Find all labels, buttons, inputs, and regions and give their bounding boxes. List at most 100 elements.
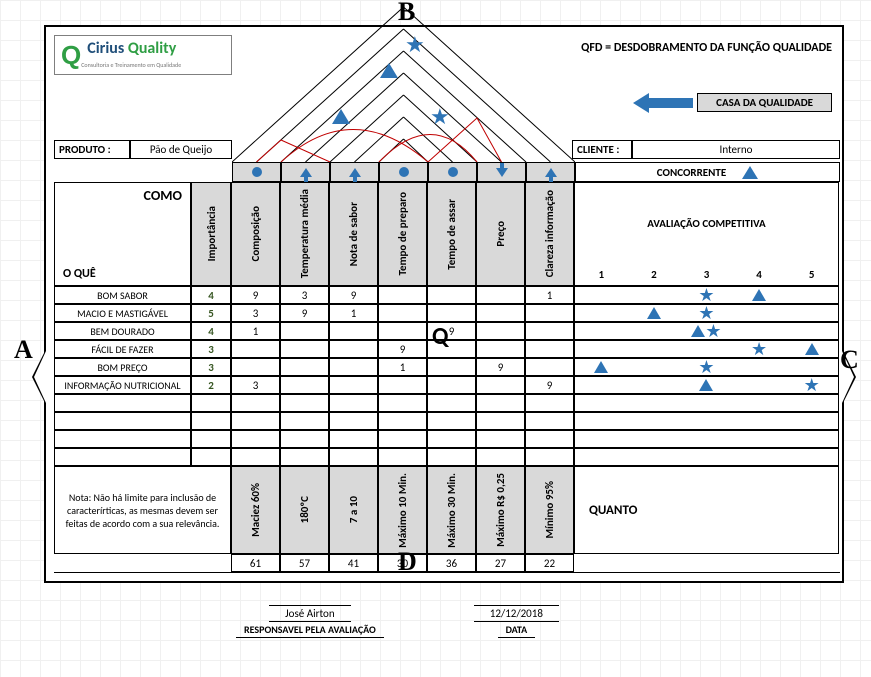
relation-cell[interactable]: [231, 412, 280, 430]
relation-cell[interactable]: [280, 376, 329, 394]
evaluation-header: AVALIAÇÃO COMPETITIVA 12345: [574, 182, 839, 286]
relation-cell[interactable]: [476, 304, 525, 322]
relation-cell[interactable]: [427, 304, 476, 322]
relation-cell[interactable]: [329, 322, 378, 340]
cliente-value[interactable]: Interno: [632, 140, 840, 159]
relation-cell[interactable]: [427, 286, 476, 304]
relation-cell[interactable]: [280, 340, 329, 358]
importance-cell[interactable]: 4: [191, 322, 231, 340]
what-label[interactable]: [54, 394, 191, 412]
relation-cell[interactable]: [231, 358, 280, 376]
relation-cell[interactable]: [476, 322, 525, 340]
relation-cell[interactable]: [427, 394, 476, 412]
relation-cell[interactable]: [378, 448, 427, 466]
how-label: Temperatura média: [298, 189, 311, 278]
relation-cell[interactable]: [427, 376, 476, 394]
relation-cell[interactable]: [329, 376, 378, 394]
relation-cell[interactable]: 9: [329, 286, 378, 304]
what-label[interactable]: [54, 430, 191, 448]
relation-cell[interactable]: [378, 304, 427, 322]
relation-cell[interactable]: [378, 412, 427, 430]
concorrente-header: CONCORRENTE: [575, 162, 840, 182]
marker-d: D: [398, 547, 417, 577]
relation-cell[interactable]: 1: [378, 358, 427, 376]
relation-cell[interactable]: [280, 430, 329, 448]
relation-cell[interactable]: [378, 286, 427, 304]
relation-cell[interactable]: [280, 394, 329, 412]
data-value[interactable]: 12/12/2018: [474, 605, 559, 622]
relation-cell[interactable]: [329, 340, 378, 358]
relation-cell[interactable]: [329, 358, 378, 376]
relation-cell[interactable]: [329, 430, 378, 448]
relation-cell[interactable]: [525, 322, 574, 340]
target-cell[interactable]: Maciez 60%: [231, 466, 280, 554]
relation-cell[interactable]: [280, 322, 329, 340]
importance-cell[interactable]: [191, 412, 231, 430]
relation-cell[interactable]: 3: [280, 286, 329, 304]
relation-cell[interactable]: [231, 394, 280, 412]
relation-cell[interactable]: [427, 448, 476, 466]
relation-cell[interactable]: [329, 394, 378, 412]
relation-cell[interactable]: [476, 394, 525, 412]
importance-cell[interactable]: 3: [191, 358, 231, 376]
footer: José Airton RESPONSAVEL PELA AVALIAÇÃO 1…: [236, 605, 559, 638]
relation-cell[interactable]: [329, 448, 378, 466]
relation-cell[interactable]: 1: [231, 322, 280, 340]
relation-cell[interactable]: 3: [231, 376, 280, 394]
produto-value[interactable]: Pão de Queijo: [130, 140, 232, 159]
relation-cell[interactable]: 1: [329, 304, 378, 322]
relation-cell[interactable]: [476, 430, 525, 448]
relation-cell[interactable]: [427, 358, 476, 376]
relation-cell[interactable]: 1: [525, 286, 574, 304]
target-cell[interactable]: Máximo R$ 0,25: [476, 466, 525, 554]
relation-cell[interactable]: 3: [231, 304, 280, 322]
importance-cell[interactable]: 4: [191, 286, 231, 304]
importance-cell[interactable]: [191, 448, 231, 466]
relation-cell[interactable]: [476, 340, 525, 358]
target-cell[interactable]: 7 a 10: [329, 466, 378, 554]
importance-cell[interactable]: [191, 430, 231, 448]
relation-cell[interactable]: [476, 286, 525, 304]
relation-cell[interactable]: [231, 448, 280, 466]
relation-cell[interactable]: [525, 430, 574, 448]
importance-cell[interactable]: 3: [191, 340, 231, 358]
what-label[interactable]: [54, 412, 191, 430]
target-cell[interactable]: Máximo 30 Min.: [427, 466, 476, 554]
relation-cell[interactable]: [476, 412, 525, 430]
relation-cell[interactable]: [525, 394, 574, 412]
relation-cell[interactable]: [525, 304, 574, 322]
target-cell[interactable]: 180ºC: [280, 466, 329, 554]
relation-cell[interactable]: [476, 376, 525, 394]
relation-cell[interactable]: [525, 340, 574, 358]
target-label: 180ºC: [298, 496, 311, 523]
relation-cell[interactable]: [476, 448, 525, 466]
relation-cell[interactable]: [378, 376, 427, 394]
relation-cell[interactable]: 9: [525, 376, 574, 394]
relation-cell[interactable]: [427, 412, 476, 430]
relation-cell[interactable]: [378, 394, 427, 412]
relation-cell[interactable]: [280, 358, 329, 376]
relation-cell[interactable]: 9: [476, 358, 525, 376]
relation-cell[interactable]: 9: [378, 340, 427, 358]
relation-cell[interactable]: [231, 340, 280, 358]
what-label[interactable]: [54, 448, 191, 466]
target-cell[interactable]: Mínimo 95%: [525, 466, 574, 554]
importance-cell[interactable]: [191, 394, 231, 412]
relation-cell[interactable]: 9: [280, 304, 329, 322]
relation-cell[interactable]: [231, 430, 280, 448]
relation-cell[interactable]: [525, 358, 574, 376]
relation-cell[interactable]: [280, 412, 329, 430]
importance-cell[interactable]: 2: [191, 376, 231, 394]
target-cell[interactable]: Máximo 10 Min.: [378, 466, 427, 554]
relation-cell[interactable]: [378, 322, 427, 340]
relation-cell[interactable]: 9: [231, 286, 280, 304]
relation-cell[interactable]: [378, 430, 427, 448]
responsavel-value[interactable]: José Airton: [269, 605, 350, 622]
scale-num: 5: [785, 263, 838, 285]
relation-cell[interactable]: [525, 448, 574, 466]
relation-cell[interactable]: [280, 448, 329, 466]
relation-cell[interactable]: [329, 412, 378, 430]
relation-cell[interactable]: [427, 430, 476, 448]
importance-cell[interactable]: 5: [191, 304, 231, 322]
relation-cell[interactable]: [525, 412, 574, 430]
